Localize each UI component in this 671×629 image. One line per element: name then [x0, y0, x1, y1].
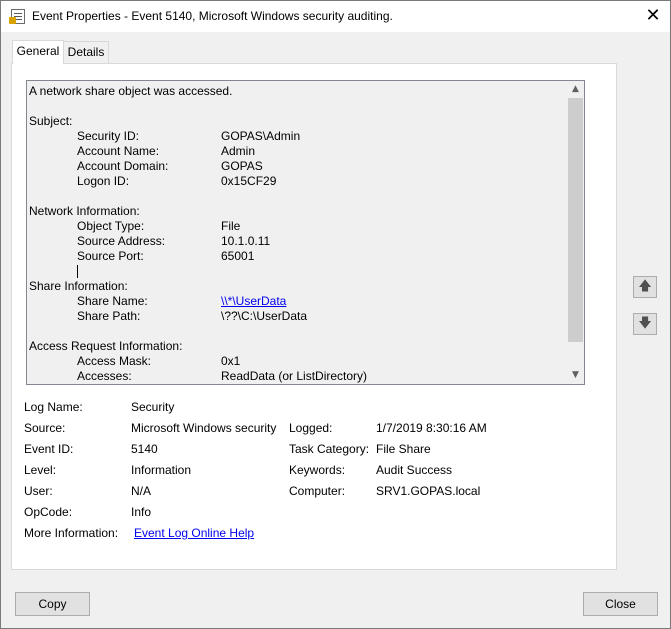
security-id-value: GOPAS\Admin: [221, 129, 301, 143]
subject-heading: Subject:: [29, 114, 73, 128]
access-mask-value: 0x1: [221, 354, 241, 368]
tab-details[interactable]: Details: [64, 41, 109, 63]
window-title: Event Properties - Event 5140, Microsoft…: [32, 9, 393, 23]
level-label: Level:: [24, 463, 57, 477]
keywords-value: Audit Success: [376, 463, 453, 477]
user-label: User:: [24, 484, 53, 498]
general-tab-panel: A network share object was accessed. Sub…: [11, 63, 617, 570]
network-heading: Network Information:: [29, 204, 140, 218]
object-type-value: File: [221, 219, 241, 233]
next-event-button[interactable]: 🡇: [633, 313, 657, 335]
event-description-text: A network share object was accessed. Sub…: [29, 84, 567, 384]
previous-event-button[interactable]: 🡅: [633, 276, 657, 298]
arrow-down-icon: 🡇: [638, 316, 652, 331]
description-headline: A network share object was accessed.: [29, 84, 233, 98]
source-port-value: 65001: [221, 249, 255, 263]
account-name-label: Account Name:: [77, 144, 160, 158]
access-heading: Access Request Information:: [29, 339, 183, 353]
event-properties-window: Event Properties - Event 5140, Microsoft…: [0, 0, 671, 629]
event-id-value: 5140: [131, 442, 158, 456]
logged-label: Logged:: [289, 421, 333, 435]
opcode-value: Info: [131, 505, 152, 519]
title-bar[interactable]: Event Properties - Event 5140, Microsoft…: [1, 1, 670, 32]
account-name-value: Admin: [221, 144, 256, 158]
scroll-up-arrow-icon[interactable]: ▲: [567, 81, 584, 98]
more-information-label: More Information:: [24, 526, 119, 540]
scrollbar-thumb[interactable]: [568, 98, 583, 342]
event-viewer-icon: [9, 9, 25, 24]
access-mask-label: Access Mask:: [77, 354, 152, 368]
object-type-label: Object Type:: [77, 219, 145, 233]
source-value: Microsoft Windows security: [131, 421, 277, 435]
copy-button[interactable]: Copy: [15, 592, 90, 616]
event-id-label: Event ID:: [24, 442, 74, 456]
log-name-value: Security: [131, 400, 175, 414]
share-path-value: \??\C:\UserData: [221, 309, 308, 323]
share-name-link[interactable]: \\*\UserData: [221, 294, 286, 309]
task-category-value: File Share: [376, 442, 431, 456]
task-category-label: Task Category:: [289, 442, 370, 456]
logon-id-value: 0x15CF29: [221, 174, 277, 188]
computer-value: SRV1.GOPAS.local: [376, 484, 481, 498]
share-heading: Share Information:: [29, 279, 128, 293]
tab-general[interactable]: General: [12, 40, 64, 64]
source-label: Source:: [24, 421, 66, 435]
account-domain-label: Account Domain:: [77, 159, 169, 173]
user-value: N/A: [131, 484, 152, 498]
source-address-label: Source Address:: [77, 234, 166, 248]
account-domain-value: GOPAS: [221, 159, 263, 173]
text-caret: [77, 265, 78, 278]
share-name-label: Share Name:: [77, 294, 148, 308]
source-port-label: Source Port:: [77, 249, 144, 263]
logon-id-label: Logon ID:: [77, 174, 130, 188]
level-value: Information: [131, 463, 192, 477]
security-id-label: Security ID:: [77, 129, 140, 143]
log-name-label: Log Name:: [24, 400, 83, 414]
keywords-label: Keywords:: [289, 463, 346, 477]
event-log-online-help-link[interactable]: Event Log Online Help: [134, 526, 254, 540]
accesses-label: Accesses:: [77, 369, 132, 383]
accesses-value: ReadData (or ListDirectory): [221, 369, 368, 383]
arrow-up-icon: 🡅: [638, 279, 652, 294]
event-description-box[interactable]: A network share object was accessed. Sub…: [26, 80, 585, 385]
close-icon[interactable]: ✕: [641, 5, 665, 27]
logged-value: 1/7/2019 8:30:16 AM: [376, 421, 487, 435]
close-button[interactable]: Close: [583, 592, 658, 616]
share-path-label: Share Path:: [77, 309, 141, 323]
scroll-down-arrow-icon[interactable]: ▼: [567, 367, 584, 384]
description-scrollbar[interactable]: ▲ ▼: [567, 81, 584, 384]
computer-label: Computer:: [289, 484, 346, 498]
source-address-value: 10.1.0.11: [221, 234, 271, 248]
opcode-label: OpCode:: [24, 505, 73, 519]
